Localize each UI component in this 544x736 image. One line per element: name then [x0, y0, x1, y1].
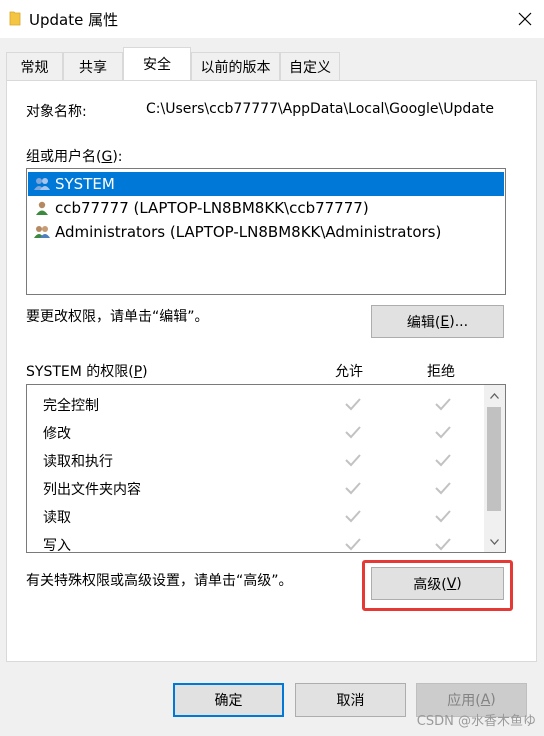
list-item[interactable]: Administrators (LAPTOP-LN8BM8KK\Administ…: [28, 220, 504, 244]
table-row: 写入: [27, 530, 483, 553]
user-icon: [36, 201, 48, 215]
folder-icon: [9, 11, 21, 26]
group-users-icon: [34, 226, 50, 238]
deny-checkmark-icon: [435, 510, 451, 523]
users-listbox[interactable]: SYSTEM ccb77777 (LAPTOP-LN8BM8KK\ccb7777…: [26, 168, 506, 295]
ok-button[interactable]: 确定: [173, 683, 284, 717]
allow-checkmark-icon: [345, 538, 361, 551]
permissions-list: 写入 读取 列出文件夹内容 读取和执行 修改 完全控制: [26, 384, 506, 553]
advanced-hint: 有关特殊权限或高级设置，请单击“高级”。: [26, 573, 293, 589]
deny-checkmark-icon: [435, 398, 451, 411]
deny-checkmark-icon: [435, 454, 451, 467]
permission-name: 完全控制: [43, 398, 99, 414]
list-item[interactable]: SYSTEM: [28, 172, 504, 196]
scroll-down-button[interactable]: [484, 533, 505, 551]
table-row: 完全控制: [27, 390, 483, 418]
tab-general[interactable]: 常规: [6, 52, 63, 80]
table-row: 列出文件夹内容: [27, 474, 483, 502]
allow-checkmark-icon: [345, 426, 361, 439]
object-name-value: C:\Users\ccb77777\AppData\Local\Google\U…: [146, 101, 494, 117]
scroll-up-button[interactable]: [484, 387, 505, 405]
edit-button[interactable]: 编辑(E)...: [371, 305, 504, 338]
allow-checkmark-icon: [345, 510, 361, 523]
allow-header: 允许: [335, 364, 363, 380]
scroll-thumb[interactable]: [487, 407, 501, 511]
allow-checkmark-icon: [345, 454, 361, 467]
title-bar: Update 属性: [0, 0, 544, 38]
deny-checkmark-icon: [435, 426, 451, 439]
close-icon: [518, 12, 532, 26]
object-name-label: 对象名称:: [26, 104, 87, 120]
table-row: 读取: [27, 502, 483, 530]
list-item[interactable]: ccb77777 (LAPTOP-LN8BM8KK\ccb77777): [28, 196, 504, 220]
permission-name: 读取: [43, 510, 71, 526]
cancel-button[interactable]: 取消: [295, 683, 406, 717]
edit-hint: 要更改权限，请单击“编辑”。: [26, 309, 209, 325]
close-button[interactable]: [506, 0, 544, 38]
watermark: CSDN @水香木鱼ゆ: [416, 714, 536, 729]
window-title: Update 属性: [29, 11, 119, 29]
table-row: 读取和执行: [27, 446, 483, 474]
chevron-down-icon: [490, 539, 499, 545]
tab-customize[interactable]: 自定义: [280, 52, 340, 80]
deny-checkmark-icon: [435, 538, 451, 551]
highlight-box: [362, 560, 513, 611]
permissions-label: SYSTEM 的权限(P): [26, 364, 148, 380]
deny-checkmark-icon: [435, 482, 451, 495]
deny-header: 拒绝: [427, 364, 455, 380]
tab-sharing[interactable]: 共享: [63, 52, 123, 80]
scrollbar[interactable]: [484, 385, 505, 552]
tab-previous-versions[interactable]: 以前的版本: [191, 52, 280, 80]
permission-name: 读取和执行: [43, 454, 113, 470]
allow-checkmark-icon: [345, 482, 361, 495]
tab-security[interactable]: 安全: [123, 47, 191, 80]
permission-name: 修改: [43, 426, 71, 442]
group-users-label: 组或用户名(G):: [26, 149, 123, 165]
allow-checkmark-icon: [345, 398, 361, 411]
table-row: 修改: [27, 418, 483, 446]
permission-name: 列出文件夹内容: [43, 482, 141, 498]
permission-name: 写入: [43, 538, 71, 553]
chevron-up-icon: [490, 393, 499, 399]
group-users-icon: [34, 178, 50, 190]
